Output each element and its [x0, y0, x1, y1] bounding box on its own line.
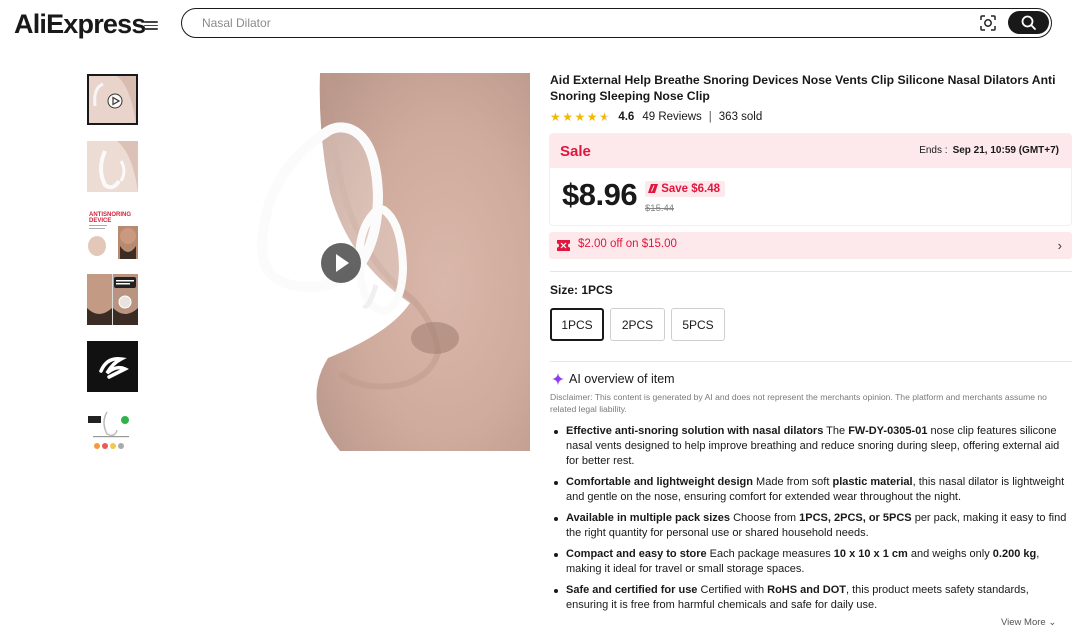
sold-count: 363 sold	[718, 111, 763, 123]
reviews-link[interactable]: 49 Reviews	[642, 111, 701, 123]
thumb-video[interactable]	[87, 74, 138, 125]
star-icon: ★	[586, 110, 598, 124]
rating-row: ★ ★ ★ ★ ★ 4.6 49 Reviews | 363 sold	[550, 110, 762, 124]
star-half-icon: ★	[599, 110, 610, 124]
ai-overview-list: Effective anti-snoring solution with nas…	[554, 424, 1074, 619]
star-rating: ★ ★ ★ ★ ★	[550, 111, 611, 123]
svg-text:DEVICE: DEVICE	[89, 218, 111, 224]
search-button[interactable]	[1008, 11, 1049, 34]
aliexpress-logo[interactable]: AliExpress	[14, 9, 146, 40]
camera-scan-icon[interactable]	[979, 14, 997, 32]
size-option-2pcs[interactable]: 2PCS	[610, 308, 665, 341]
list-item: Safe and certified for use Certified wit…	[554, 583, 1074, 613]
thumb-man-before-after[interactable]	[87, 274, 138, 325]
list-item: Available in multiple pack sizes Choose …	[554, 511, 1074, 541]
rating-value: 4.6	[618, 111, 635, 123]
coupon-banner[interactable]: $2.00 off on $15.00 ›	[549, 232, 1072, 259]
size-label: Size: 1PCS	[550, 283, 613, 297]
divider	[550, 271, 1072, 272]
ticket-icon	[557, 240, 570, 251]
sale-ends-time: Sep 21, 10:59 (GMT+7)	[952, 145, 1059, 156]
product-title: Aid External Help Breathe Snoring Device…	[550, 73, 1056, 103]
star-icon: ★	[550, 110, 561, 124]
chevron-down-icon: ⌄	[1048, 617, 1057, 628]
view-more-link[interactable]: View More ⌄	[1001, 617, 1056, 628]
divider: |	[708, 111, 712, 123]
sale-ends: Ends : Sep 21, 10:59 (GMT+7)	[919, 145, 1059, 156]
star-icon: ★	[574, 110, 586, 124]
ai-disclaimer: Disclaimer: This content is generated by…	[550, 392, 1047, 414]
tag-icon	[648, 184, 658, 193]
size-option-5pcs[interactable]: 5PCS	[671, 308, 725, 341]
play-icon[interactable]	[321, 243, 361, 283]
hamburger-icon[interactable]	[144, 19, 158, 33]
divider	[550, 361, 1072, 362]
star-icon: ★	[562, 110, 574, 124]
search-input[interactable]	[202, 14, 962, 32]
sale-header: Sale Ends : Sep 21, 10:59 (GMT+7)	[550, 134, 1071, 168]
thumb-infographic[interactable]	[87, 406, 138, 457]
list-item: Effective anti-snoring solution with nas…	[554, 424, 1074, 469]
search-bar	[181, 8, 1052, 38]
sale-box: Sale Ends : Sep 21, 10:59 (GMT+7) $8.96 S…	[549, 133, 1072, 226]
coupon-text: $2.00 off on $15.00	[578, 238, 677, 250]
list-item: Compact and easy to store Each package m…	[554, 547, 1074, 577]
current-price: $8.96	[562, 177, 638, 212]
thumb-black-logo[interactable]	[87, 341, 138, 392]
sale-label: Sale	[560, 143, 591, 160]
original-price: $15.44	[645, 203, 675, 214]
save-badge: Save $6.48	[645, 181, 726, 197]
chevron-right-icon: ›	[1057, 238, 1062, 253]
size-option-1pcs[interactable]: 1PCS	[550, 308, 604, 341]
list-item: Comfortable and lightweight design Made …	[554, 475, 1074, 505]
sparkle-icon	[552, 373, 564, 385]
thumb-antisnoring[interactable]: ANTISNORING DEVICE	[87, 208, 138, 259]
search-icon	[1021, 15, 1036, 30]
ai-overview-heading: AI overview of item	[552, 372, 675, 386]
thumb-clip[interactable]	[87, 141, 138, 192]
